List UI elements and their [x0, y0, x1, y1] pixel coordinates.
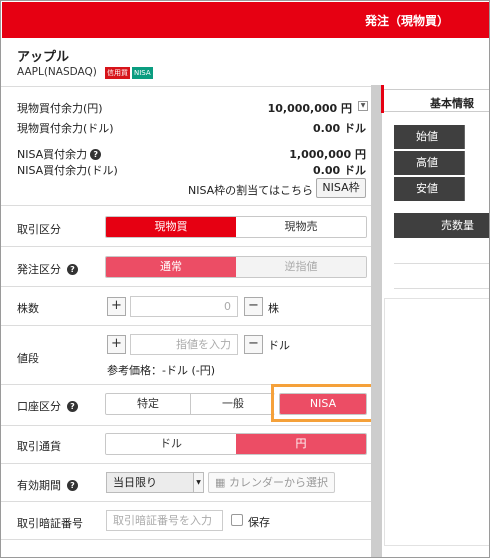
trade-type-label: 取引区分	[17, 223, 61, 236]
divider	[1, 86, 371, 87]
help-icon[interactable]: ?	[67, 401, 78, 412]
shares-label: 株数	[17, 302, 39, 315]
nisa-jpy-label: NISA買付余力?	[17, 146, 102, 162]
divider	[1, 425, 371, 426]
order-window: 発注（現物買） アップル AAPL(NASDAQ) 信用買 NISA 現物買付余…	[0, 0, 490, 558]
order-type-label: 発注区分?	[17, 261, 78, 277]
account-type-label-text: 口座区分	[17, 400, 61, 413]
order-type-normal[interactable]: 通常	[106, 257, 236, 277]
header-bar: 発注（現物買）	[2, 2, 489, 38]
reference-price: 参考価格：-ドル (-円)	[107, 364, 216, 377]
divider	[1, 501, 371, 502]
price-unit: ドル	[268, 339, 290, 352]
stock-code: AAPL(NASDAQ)	[17, 66, 97, 78]
validity-label-text: 有効期間	[17, 479, 61, 492]
shares-input[interactable]: 0	[130, 296, 238, 317]
calendar-icon: ▦	[215, 476, 226, 489]
board-panel	[384, 298, 489, 546]
cash-jpy-value: 10,000,000 円	[267, 102, 352, 115]
price-input[interactable]: 指値を入力	[130, 334, 238, 355]
nisa-usd-label: NISA買付余力(ドル)	[17, 164, 118, 177]
currency-usd[interactable]: ドル	[106, 434, 236, 454]
divider	[1, 205, 371, 206]
sell-qty-header: 売数量	[394, 213, 489, 238]
open-price-label: 始値	[394, 125, 464, 149]
price-plus-button[interactable]: +	[107, 335, 126, 354]
order-type-label-text: 発注区分	[17, 263, 61, 276]
account-specific[interactable]: 特定	[106, 394, 191, 414]
help-icon[interactable]: ?	[90, 149, 102, 160]
currency-toggle: ドル 円	[105, 433, 367, 455]
validity-selected: 当日限り	[113, 476, 157, 489]
shares-plus-button[interactable]: +	[107, 297, 126, 316]
divider	[1, 246, 371, 247]
tab-basic-info[interactable]: 基本情報	[384, 89, 489, 112]
currency-label: 取引通貨	[17, 440, 61, 453]
currency-jpy[interactable]: 円	[236, 434, 366, 454]
high-price-label: 高値	[394, 151, 464, 175]
divider	[1, 325, 371, 326]
nisa-usd-value: 0.00 ドル	[313, 164, 366, 177]
shares-unit: 株	[268, 302, 279, 315]
save-checkbox[interactable]	[231, 514, 243, 526]
pin-label: 取引暗証番号	[17, 517, 83, 530]
divider	[394, 263, 489, 264]
nisa-highlight-box	[271, 384, 375, 422]
cash-usd-value: 0.00 ドル	[313, 122, 366, 135]
price-minus-button[interactable]: −	[244, 335, 263, 354]
order-type-stop[interactable]: 逆指値	[236, 257, 366, 277]
scrollbar[interactable]	[371, 85, 382, 557]
calendar-button-label: カレンダーから選択	[228, 476, 328, 489]
order-type-toggle: 通常 逆指値	[105, 256, 367, 278]
divider	[464, 177, 465, 201]
trade-type-buy[interactable]: 現物買	[106, 217, 236, 237]
account-general[interactable]: 一般	[191, 394, 275, 414]
balance-dropdown-icon[interactable]: ▼	[358, 101, 368, 111]
help-icon[interactable]: ?	[67, 264, 78, 275]
pin-input[interactable]: 取引暗証番号を入力	[106, 510, 223, 531]
shares-minus-button[interactable]: −	[244, 297, 263, 316]
help-icon[interactable]: ?	[67, 480, 78, 491]
divider	[464, 125, 465, 149]
nisa-allocation-text: NISA枠の割当てはこちら	[188, 184, 313, 197]
price-label: 値段	[17, 352, 39, 365]
low-price-label: 安値	[394, 177, 464, 201]
validity-select[interactable]: 当日限り ▼	[106, 472, 204, 493]
account-type-label: 口座区分?	[17, 398, 78, 414]
divider	[1, 539, 371, 540]
cash-jpy-label: 現物買付余力(円)	[17, 102, 103, 115]
divider	[464, 151, 465, 175]
divider	[1, 463, 371, 464]
validity-label: 有効期間?	[17, 477, 78, 493]
trade-type-sell[interactable]: 現物売	[236, 217, 366, 237]
divider	[394, 288, 489, 289]
nisa-jpy-label-text: NISA買付余力	[17, 148, 88, 161]
nisa-badge: NISA	[132, 67, 153, 79]
cash-usd-label: 現物買付余力(ドル)	[17, 122, 114, 135]
nisa-quota-button[interactable]: NISA枠	[316, 178, 366, 198]
divider	[1, 286, 371, 287]
chevron-down-icon: ▼	[193, 473, 203, 492]
calendar-button[interactable]: ▦ カレンダーから選択	[208, 472, 335, 493]
header-title: 発注（現物買）	[364, 14, 449, 28]
tab-basic-info-label: 基本情報	[430, 97, 474, 110]
nisa-jpy-value: 1,000,000 円	[289, 148, 366, 161]
credit-badge: 信用買	[105, 67, 130, 79]
trade-type-toggle: 現物買 現物売	[105, 216, 367, 238]
save-label: 保存	[248, 516, 270, 529]
account-type-toggle: 特定 一般	[105, 393, 275, 415]
stock-name: アップル	[17, 50, 70, 65]
